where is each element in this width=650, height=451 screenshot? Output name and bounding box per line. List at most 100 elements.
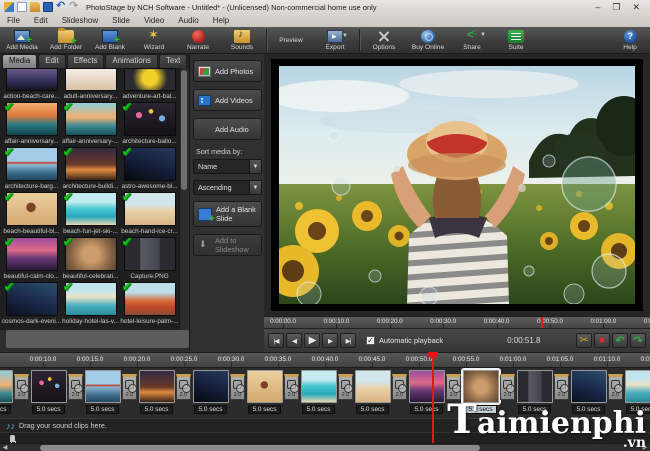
add-to-slideshow-button[interactable]: Add to Slideshow xyxy=(193,234,262,256)
narrate-button[interactable]: Narrate xyxy=(176,27,220,53)
slide-thumbnail[interactable] xyxy=(571,370,607,403)
sort-by-dropdown[interactable]: Name ▼ xyxy=(193,159,262,174)
wizard-button[interactable]: Wizard xyxy=(132,27,176,53)
transition-slot[interactable]: 2.0 xyxy=(13,370,30,400)
transition-slot[interactable]: 2.0 xyxy=(175,370,192,400)
transition-icon[interactable]: 2.0 xyxy=(284,374,299,400)
slide-thumbnail[interactable] xyxy=(301,370,337,403)
slide-duration-label[interactable]: 5.0 secs xyxy=(140,405,174,414)
media-thumbnail[interactable]: ✔ xyxy=(124,282,176,316)
menu-item-slide[interactable]: Slide xyxy=(105,16,137,25)
chevron-down-icon[interactable]: ▼ xyxy=(480,32,486,38)
slide-duration-label[interactable]: 5.0 secs xyxy=(302,405,336,414)
transition-icon[interactable]: 2.0 xyxy=(14,374,29,400)
slide-thumbnail[interactable] xyxy=(355,370,391,403)
media-thumbnail[interactable] xyxy=(124,68,176,91)
transition-slot[interactable]: 2.0 xyxy=(607,370,624,400)
undo-icon[interactable] xyxy=(56,2,66,12)
media-item[interactable]: action-beach-care... xyxy=(2,68,61,100)
help-button[interactable]: Help xyxy=(610,27,650,53)
transition-slot[interactable]: 2.0 xyxy=(121,370,138,400)
menu-item-file[interactable]: File xyxy=(0,16,27,25)
slide-duration-label[interactable]: 5.0 secs xyxy=(248,405,282,414)
media-thumbnail[interactable]: ✔ xyxy=(124,237,176,271)
maximize-button[interactable]: ❐ xyxy=(612,2,620,13)
media-thumbnail[interactable]: ✔ xyxy=(65,147,117,181)
media-item[interactable]: ✔beach-beautiful-bl... xyxy=(2,192,61,235)
media-thumbnail[interactable]: ✔ xyxy=(65,237,117,271)
media-thumbnail[interactable] xyxy=(6,68,58,91)
chevron-down-icon[interactable]: ▼ xyxy=(342,33,348,39)
new-file-icon[interactable] xyxy=(17,2,27,12)
media-thumbnail[interactable] xyxy=(65,68,117,91)
transition-slot[interactable]: 2.0 xyxy=(391,370,408,400)
transition-icon[interactable]: 2.0 xyxy=(176,374,191,400)
media-item[interactable]: ✔Capture.PNG xyxy=(120,237,179,280)
menu-item-help[interactable]: Help xyxy=(206,16,236,25)
media-item[interactable]: ✔beautiful-celebrati... xyxy=(61,237,120,280)
media-item[interactable]: adventure-art-bal... xyxy=(120,68,179,100)
checkbox-checked-icon[interactable]: ✓ xyxy=(366,336,375,345)
media-thumbnail[interactable]: ✔ xyxy=(6,192,58,226)
media-thumbnail[interactable]: ✔ xyxy=(6,102,58,136)
go-to-start-button[interactable]: |◀ xyxy=(268,333,284,348)
media-item[interactable]: ✔architecture-ballo... xyxy=(120,102,179,145)
media-item[interactable]: ✔affair-anniversary... xyxy=(2,102,61,145)
automatic-playback-option[interactable]: ✓ Automatic playback xyxy=(366,336,443,345)
media-thumbnail[interactable]: ✔ xyxy=(65,282,117,316)
media-thumbnail[interactable]: ✔ xyxy=(124,147,176,181)
timeline-slide[interactable]: 5.0 secs xyxy=(246,370,283,414)
slide-duration-label[interactable]: 5.0 secs xyxy=(356,405,390,414)
transition-icon[interactable]: 2.0 xyxy=(122,374,137,400)
media-item[interactable]: ✔hotel-leisure-palm-... xyxy=(120,282,179,325)
suite-button[interactable]: Suite xyxy=(494,27,538,53)
media-thumbnail[interactable]: ✔ xyxy=(65,192,117,226)
media-item[interactable]: ✔beach-fun-jet-ski-... xyxy=(61,192,120,235)
add-media-button[interactable]: Add Media xyxy=(0,27,44,53)
media-item[interactable]: ✔affair-anniversary-... xyxy=(61,102,120,145)
slide-duration-label[interactable]: 5.0 secs xyxy=(410,405,444,414)
transition-slot[interactable]: 2.0 xyxy=(283,370,300,400)
preview-button[interactable]: Preview xyxy=(269,27,313,53)
minimize-button[interactable]: – xyxy=(595,2,600,13)
media-thumbnail[interactable]: ✔ xyxy=(124,102,176,136)
transition-slot[interactable]: 2.0 xyxy=(337,370,354,400)
media-item[interactable]: ✔cosmos-dark-eveni... xyxy=(2,282,61,325)
transition-icon[interactable]: 2.0 xyxy=(554,374,569,400)
transition-icon[interactable]: 2.0 xyxy=(392,374,407,400)
slide-thumbnail[interactable] xyxy=(193,370,229,403)
add-blank-slide-button[interactable]: Add a Blank Slide xyxy=(193,201,262,227)
slide-duration-label[interactable]: 5.0 secs xyxy=(0,405,11,414)
save-icon[interactable] xyxy=(43,2,53,12)
timeline-slide[interactable]: 5.0 secs xyxy=(0,370,13,414)
media-thumbnail[interactable]: ✔ xyxy=(6,237,58,271)
export-button[interactable]: ▼Export xyxy=(313,27,357,53)
slide-thumbnail[interactable] xyxy=(85,370,121,403)
add-blank-button[interactable]: Add Blank xyxy=(88,27,132,53)
share-button[interactable]: ▼Share xyxy=(450,27,494,53)
add-photos-button[interactable]: Add Photos xyxy=(193,60,262,82)
slide-duration-label[interactable]: 5.0 secs xyxy=(194,405,228,414)
transition-slot[interactable]: 2.0 xyxy=(67,370,84,400)
menu-item-video[interactable]: Video xyxy=(137,16,171,25)
split-scissors-button[interactable]: ✂ xyxy=(576,333,592,348)
menu-item-audio[interactable]: Audio xyxy=(171,16,205,25)
scrollbar-thumb[interactable] xyxy=(40,445,480,451)
go-to-end-button[interactable]: ▶| xyxy=(340,333,356,348)
add-audio-button[interactable]: Add Audio xyxy=(193,118,262,140)
transition-slot[interactable]: 2.0 xyxy=(553,370,570,400)
slide-thumbnail[interactable] xyxy=(139,370,175,403)
slide-thumbnail[interactable] xyxy=(247,370,283,403)
buy-online-button[interactable]: Buy Online xyxy=(406,27,450,53)
timeline-slide[interactable]: 5.0 secs xyxy=(408,370,445,414)
close-button[interactable]: ✕ xyxy=(632,2,640,13)
media-thumbnail[interactable]: ✔ xyxy=(124,192,176,226)
menu-item-edit[interactable]: Edit xyxy=(27,16,55,25)
slide-thumbnail[interactable] xyxy=(31,370,67,403)
chevron-down-icon[interactable]: ▼ xyxy=(249,160,261,173)
menu-item-slideshow[interactable]: Slideshow xyxy=(55,16,105,25)
timeline-playhead[interactable] xyxy=(432,352,434,443)
transition-slot[interactable]: 2.0 xyxy=(229,370,246,400)
timeline-slide[interactable]: 5.0 secs xyxy=(84,370,121,414)
tab-animations[interactable]: Animations xyxy=(105,54,158,68)
